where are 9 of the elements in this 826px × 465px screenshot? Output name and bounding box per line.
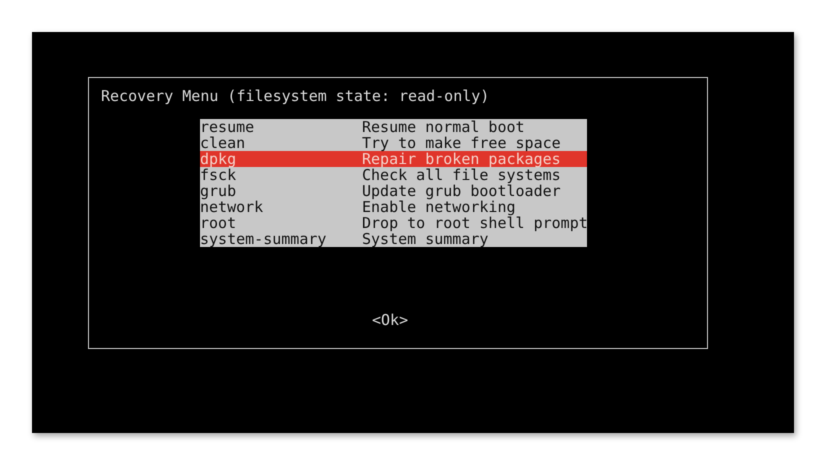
menu-item[interactable]: clean Try to make free space <box>200 135 587 151</box>
menu-item[interactable]: network Enable networking <box>200 199 587 215</box>
menu-item[interactable]: root Drop to root shell prompt <box>200 215 587 231</box>
menu-item[interactable]: resume Resume normal boot <box>200 119 587 135</box>
menu-item[interactable]: system-summary System summary <box>200 231 587 247</box>
ok-button[interactable]: <Ok> <box>372 312 408 328</box>
dialog-title: Recovery Menu (filesystem state: read-only) <box>100 86 490 104</box>
menu-item[interactable]: grub Update grub bootloader <box>200 183 587 199</box>
menu-item[interactable]: fsck Check all file systems <box>200 167 587 183</box>
